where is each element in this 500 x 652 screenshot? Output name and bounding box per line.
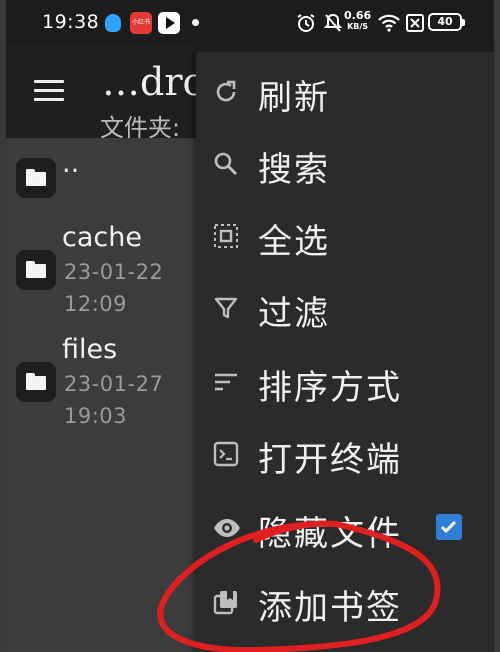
- hidden-files-checkbox[interactable]: [436, 514, 462, 540]
- select-all-icon: [212, 222, 240, 250]
- eye-icon: [212, 514, 240, 542]
- menu-item-label: 过滤: [258, 294, 330, 334]
- mute-bell-icon: [324, 10, 342, 36]
- menu-item-label: 排序方式: [258, 368, 402, 408]
- menu-item-filter[interactable]: 过滤: [196, 272, 494, 344]
- wifi-icon: [378, 10, 400, 36]
- phone-screen: 19:38 小红书 0.66 KB/S 40 …dro 文件夹: .. cach…: [6, 0, 494, 652]
- battery-indicator: 40: [428, 13, 465, 31]
- menu-item-sort[interactable]: 排序方式: [196, 346, 494, 418]
- list-item[interactable]: ..: [6, 142, 206, 222]
- bookmark-icon: [212, 588, 240, 616]
- refresh-icon: [212, 78, 240, 106]
- play-app-notification-icon: [158, 12, 180, 34]
- menu-item-label: 全选: [258, 222, 330, 262]
- network-speed-unit: KB/S: [347, 22, 369, 31]
- list-item[interactable]: files 23-01-27 19:03: [6, 334, 206, 444]
- network-speed-value: 0.66: [344, 9, 372, 22]
- terminal-icon: [212, 440, 240, 468]
- menu-item-open-terminal[interactable]: 打开终端: [196, 418, 494, 490]
- file-date: 23-01-22: [64, 260, 164, 284]
- menu-item-label: 搜索: [258, 150, 330, 190]
- menu-item-select-all[interactable]: 全选: [196, 200, 494, 272]
- alarm-icon: [296, 10, 316, 36]
- qq-notification-icon: [102, 12, 124, 34]
- status-time: 19:38: [42, 11, 100, 33]
- menu-item-label: 隐藏文件: [258, 514, 402, 554]
- folder-icon: [16, 250, 56, 290]
- search-icon: [212, 150, 240, 178]
- status-bar: 19:38 小红书 0.66 KB/S 40: [6, 0, 494, 46]
- file-name: files: [62, 334, 118, 365]
- filter-icon: [212, 294, 240, 322]
- menu-item-add-bookmark[interactable]: 添加书签: [196, 566, 494, 638]
- menu-hamburger-icon[interactable]: [34, 80, 64, 102]
- file-date: 23-01-27: [64, 372, 164, 396]
- file-time: 19:03: [64, 404, 128, 428]
- network-speed: 0.66 KB/S: [344, 10, 371, 36]
- sim-disabled-icon: [406, 10, 424, 36]
- overflow-menu: 刷新 搜索 全选 过滤 排序方式 打开终端 隐藏文件 添加书签: [196, 52, 494, 652]
- red-app-notification-icon: 小红书: [130, 12, 152, 34]
- menu-item-label: 刷新: [258, 78, 330, 118]
- list-item[interactable]: cache 23-01-22 12:09: [6, 222, 206, 332]
- file-time: 12:09: [64, 292, 128, 316]
- folder-icon: [16, 158, 56, 198]
- menu-item-refresh[interactable]: 刷新: [196, 56, 494, 128]
- more-notifications-dot-icon: [192, 19, 199, 26]
- menu-item-label: 打开终端: [258, 440, 402, 480]
- file-name: ..: [62, 148, 80, 179]
- folder-icon: [16, 362, 56, 402]
- page-title: …dro: [102, 60, 206, 104]
- menu-item-label: 添加书签: [258, 588, 402, 628]
- menu-item-hidden-files[interactable]: 隐藏文件: [196, 492, 494, 564]
- file-name: cache: [62, 222, 142, 253]
- sort-icon: [212, 368, 240, 396]
- menu-item-search[interactable]: 搜索: [196, 128, 494, 200]
